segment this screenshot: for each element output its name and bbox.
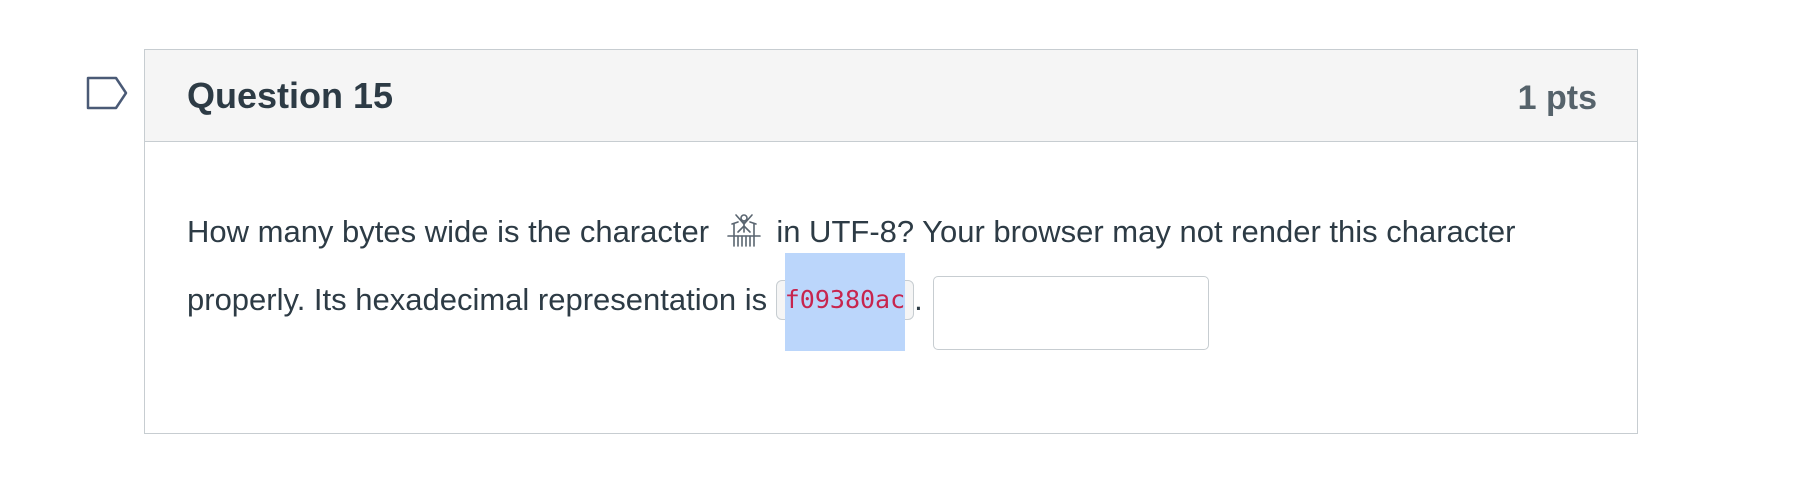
- question-card: Question 15 1 pts How many bytes wide is…: [144, 49, 1638, 434]
- question-text-part-1: How many bytes wide is the character: [187, 214, 710, 249]
- unicode-character-icon: [724, 204, 764, 247]
- answer-input[interactable]: [932, 276, 1209, 350]
- question-text-part-4: .: [914, 282, 923, 317]
- hex-code: f09380ac: [775, 253, 915, 351]
- question-title: Question 15: [187, 75, 394, 116]
- hex-code-text: f09380ac: [784, 285, 906, 314]
- flag-question-icon[interactable]: [86, 76, 128, 110]
- question-text: How many bytes wide is the character in …: [187, 198, 1607, 351]
- question-points: 1 pts: [1517, 79, 1597, 117]
- question-text-part-3: properly. Its hexadecimal representation…: [187, 282, 768, 317]
- question-text-part-2: in UTF-8? Your browser may not render th…: [776, 214, 1516, 249]
- question-line-2: properly. Its hexadecimal representation…: [187, 253, 1607, 351]
- question-header: Question 15 1 pts: [145, 50, 1637, 142]
